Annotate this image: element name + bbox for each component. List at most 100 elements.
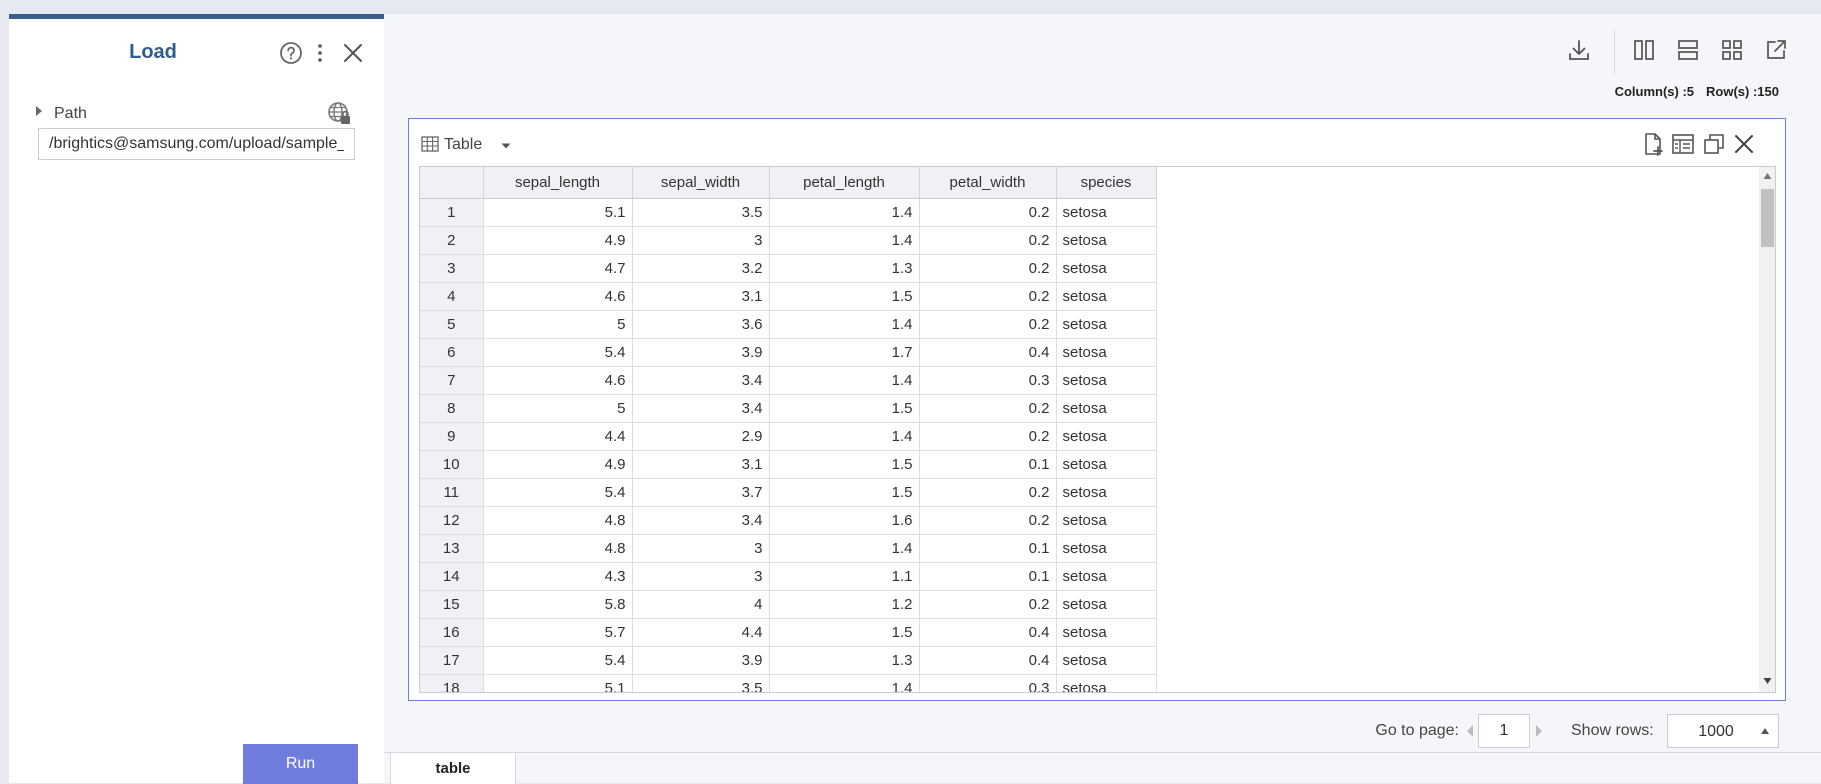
page-number-input[interactable] xyxy=(1478,714,1530,748)
row-number-cell[interactable]: 2 xyxy=(420,226,484,255)
table-cell[interactable]: setosa xyxy=(1056,674,1157,692)
chevron-right-icon[interactable] xyxy=(1534,723,1544,739)
table-cell[interactable]: 5.4 xyxy=(483,646,633,675)
table-cell[interactable]: 5.7 xyxy=(483,618,633,647)
table-row[interactable]: 10 4.9 3.1 1.5 0.1 setosa xyxy=(420,450,1157,479)
table-cell[interactable]: 5.8 xyxy=(483,590,633,619)
table-cell[interactable]: 5.4 xyxy=(483,478,633,507)
table-cell[interactable]: 4 xyxy=(632,590,770,619)
close-icon[interactable] xyxy=(341,41,365,65)
table-cell[interactable]: 0.1 xyxy=(919,534,1057,563)
table-cell[interactable]: 0.4 xyxy=(919,646,1057,675)
table-cell[interactable]: 1.5 xyxy=(769,394,920,423)
table-cell[interactable]: 0.1 xyxy=(919,562,1057,591)
caret-right-icon[interactable] xyxy=(33,103,45,119)
table-cell[interactable]: 3.7 xyxy=(632,478,770,507)
row-number-cell[interactable]: 16 xyxy=(420,618,484,647)
table-cell[interactable]: 3.4 xyxy=(632,506,770,535)
table-cell[interactable]: setosa xyxy=(1056,282,1157,311)
table-cell[interactable]: 1.3 xyxy=(769,646,920,675)
table-cell[interactable]: 0.2 xyxy=(919,590,1057,619)
table-row[interactable]: 5 5 3.6 1.4 0.2 setosa xyxy=(420,310,1157,339)
table-cell[interactable]: 0.2 xyxy=(919,282,1057,311)
table-cell[interactable]: 5.1 xyxy=(483,674,633,692)
table-cell[interactable]: 0.3 xyxy=(919,366,1057,395)
table-cell[interactable]: 1.4 xyxy=(769,366,920,395)
table-cell[interactable]: 1.5 xyxy=(769,450,920,479)
scrollbar-thumb[interactable] xyxy=(1761,189,1774,247)
table-cell[interactable]: setosa xyxy=(1056,478,1157,507)
table-cell[interactable]: 1.4 xyxy=(769,422,920,451)
table-row[interactable]: 9 4.4 2.9 1.4 0.2 setosa xyxy=(420,422,1157,451)
table-cell[interactable]: 0.3 xyxy=(919,674,1057,692)
row-number-cell[interactable]: 12 xyxy=(420,506,484,535)
table-cell[interactable]: 0.2 xyxy=(919,310,1057,339)
table-cell[interactable]: setosa xyxy=(1056,394,1157,423)
table-cell[interactable]: setosa xyxy=(1056,562,1157,591)
table-row[interactable]: 8 5 3.4 1.5 0.2 setosa xyxy=(420,394,1157,423)
row-number-cell[interactable]: 3 xyxy=(420,254,484,283)
table-cell[interactable]: 3.2 xyxy=(632,254,770,283)
table-cell[interactable]: 0.4 xyxy=(919,338,1057,367)
table-cell[interactable]: 1.4 xyxy=(769,198,920,227)
table-cell[interactable]: 4.8 xyxy=(483,506,633,535)
row-number-cell[interactable]: 6 xyxy=(420,338,484,367)
help-icon[interactable] xyxy=(279,41,303,65)
table-cell[interactable]: 1.5 xyxy=(769,282,920,311)
row-number-cell[interactable]: 5 xyxy=(420,310,484,339)
table-cell[interactable]: 3.5 xyxy=(632,198,770,227)
scroll-down-icon[interactable] xyxy=(1763,677,1772,685)
table-cell[interactable]: 4.6 xyxy=(483,282,633,311)
table-cell[interactable]: 1.7 xyxy=(769,338,920,367)
table-cell[interactable]: 0.2 xyxy=(919,394,1057,423)
table-cell[interactable]: 1.5 xyxy=(769,478,920,507)
table-cell[interactable]: 4.4 xyxy=(632,618,770,647)
table-cell[interactable]: 4.9 xyxy=(483,226,633,255)
table-cell[interactable]: 1.2 xyxy=(769,590,920,619)
table-cell[interactable]: 3 xyxy=(632,534,770,563)
table-row[interactable]: 2 4.9 3 1.4 0.2 setosa xyxy=(420,226,1157,255)
row-number-cell[interactable]: 11 xyxy=(420,478,484,507)
open-external-icon[interactable] xyxy=(1762,36,1790,64)
table-cell[interactable]: 1.4 xyxy=(769,310,920,339)
table-cell[interactable]: 1.4 xyxy=(769,534,920,563)
table-cell[interactable]: 3 xyxy=(632,226,770,255)
table-cell[interactable]: setosa xyxy=(1056,618,1157,647)
table-cell[interactable]: 3.4 xyxy=(632,394,770,423)
table-cell[interactable]: 3.4 xyxy=(632,366,770,395)
row-number-cell[interactable]: 17 xyxy=(420,646,484,675)
row-number-cell[interactable]: 1 xyxy=(420,198,484,227)
row-number-cell[interactable]: 9 xyxy=(420,422,484,451)
table-row[interactable]: 6 5.4 3.9 1.7 0.4 setosa xyxy=(420,338,1157,367)
download-icon[interactable] xyxy=(1565,36,1593,64)
table-cell[interactable]: 0.2 xyxy=(919,422,1057,451)
rows-per-page-select[interactable]: 1000 xyxy=(1667,714,1779,748)
table-cell[interactable]: 4.6 xyxy=(483,366,633,395)
row-number-cell[interactable]: 10 xyxy=(420,450,484,479)
table-cell[interactable]: 0.2 xyxy=(919,478,1057,507)
table-row[interactable]: 14 4.3 3 1.1 0.1 setosa xyxy=(420,562,1157,591)
table-cell[interactable]: 5 xyxy=(483,310,633,339)
table-type-label[interactable]: Table xyxy=(444,136,482,154)
table-row[interactable]: 1 5.1 3.5 1.4 0.2 setosa xyxy=(420,198,1157,227)
table-cell[interactable]: 0.4 xyxy=(919,618,1057,647)
table-cell[interactable]: 5.4 xyxy=(483,338,633,367)
table-cell[interactable]: 3.1 xyxy=(632,282,770,311)
column-header[interactable]: petal_width xyxy=(919,167,1057,199)
table-cell[interactable]: 4.3 xyxy=(483,562,633,591)
table-cell[interactable]: 1.3 xyxy=(769,254,920,283)
table-cell[interactable]: setosa xyxy=(1056,366,1157,395)
table-row[interactable]: 4 4.6 3.1 1.5 0.2 setosa xyxy=(420,282,1157,311)
split-horizontal-icon[interactable] xyxy=(1674,36,1702,64)
table-cell[interactable]: setosa xyxy=(1056,226,1157,255)
tab-table[interactable]: table xyxy=(390,752,516,784)
table-row[interactable]: 11 5.4 3.7 1.5 0.2 setosa xyxy=(420,478,1157,507)
row-number-cell[interactable]: 8 xyxy=(420,394,484,423)
table-settings-icon[interactable] xyxy=(1669,130,1697,158)
table-row[interactable]: 15 5.8 4 1.2 0.2 setosa xyxy=(420,590,1157,619)
table-cell[interactable]: setosa xyxy=(1056,506,1157,535)
table-cell[interactable]: setosa xyxy=(1056,590,1157,619)
table-cell[interactable]: 0.2 xyxy=(919,254,1057,283)
table-cell[interactable]: 0.2 xyxy=(919,506,1057,535)
scroll-up-icon[interactable] xyxy=(1763,172,1772,180)
